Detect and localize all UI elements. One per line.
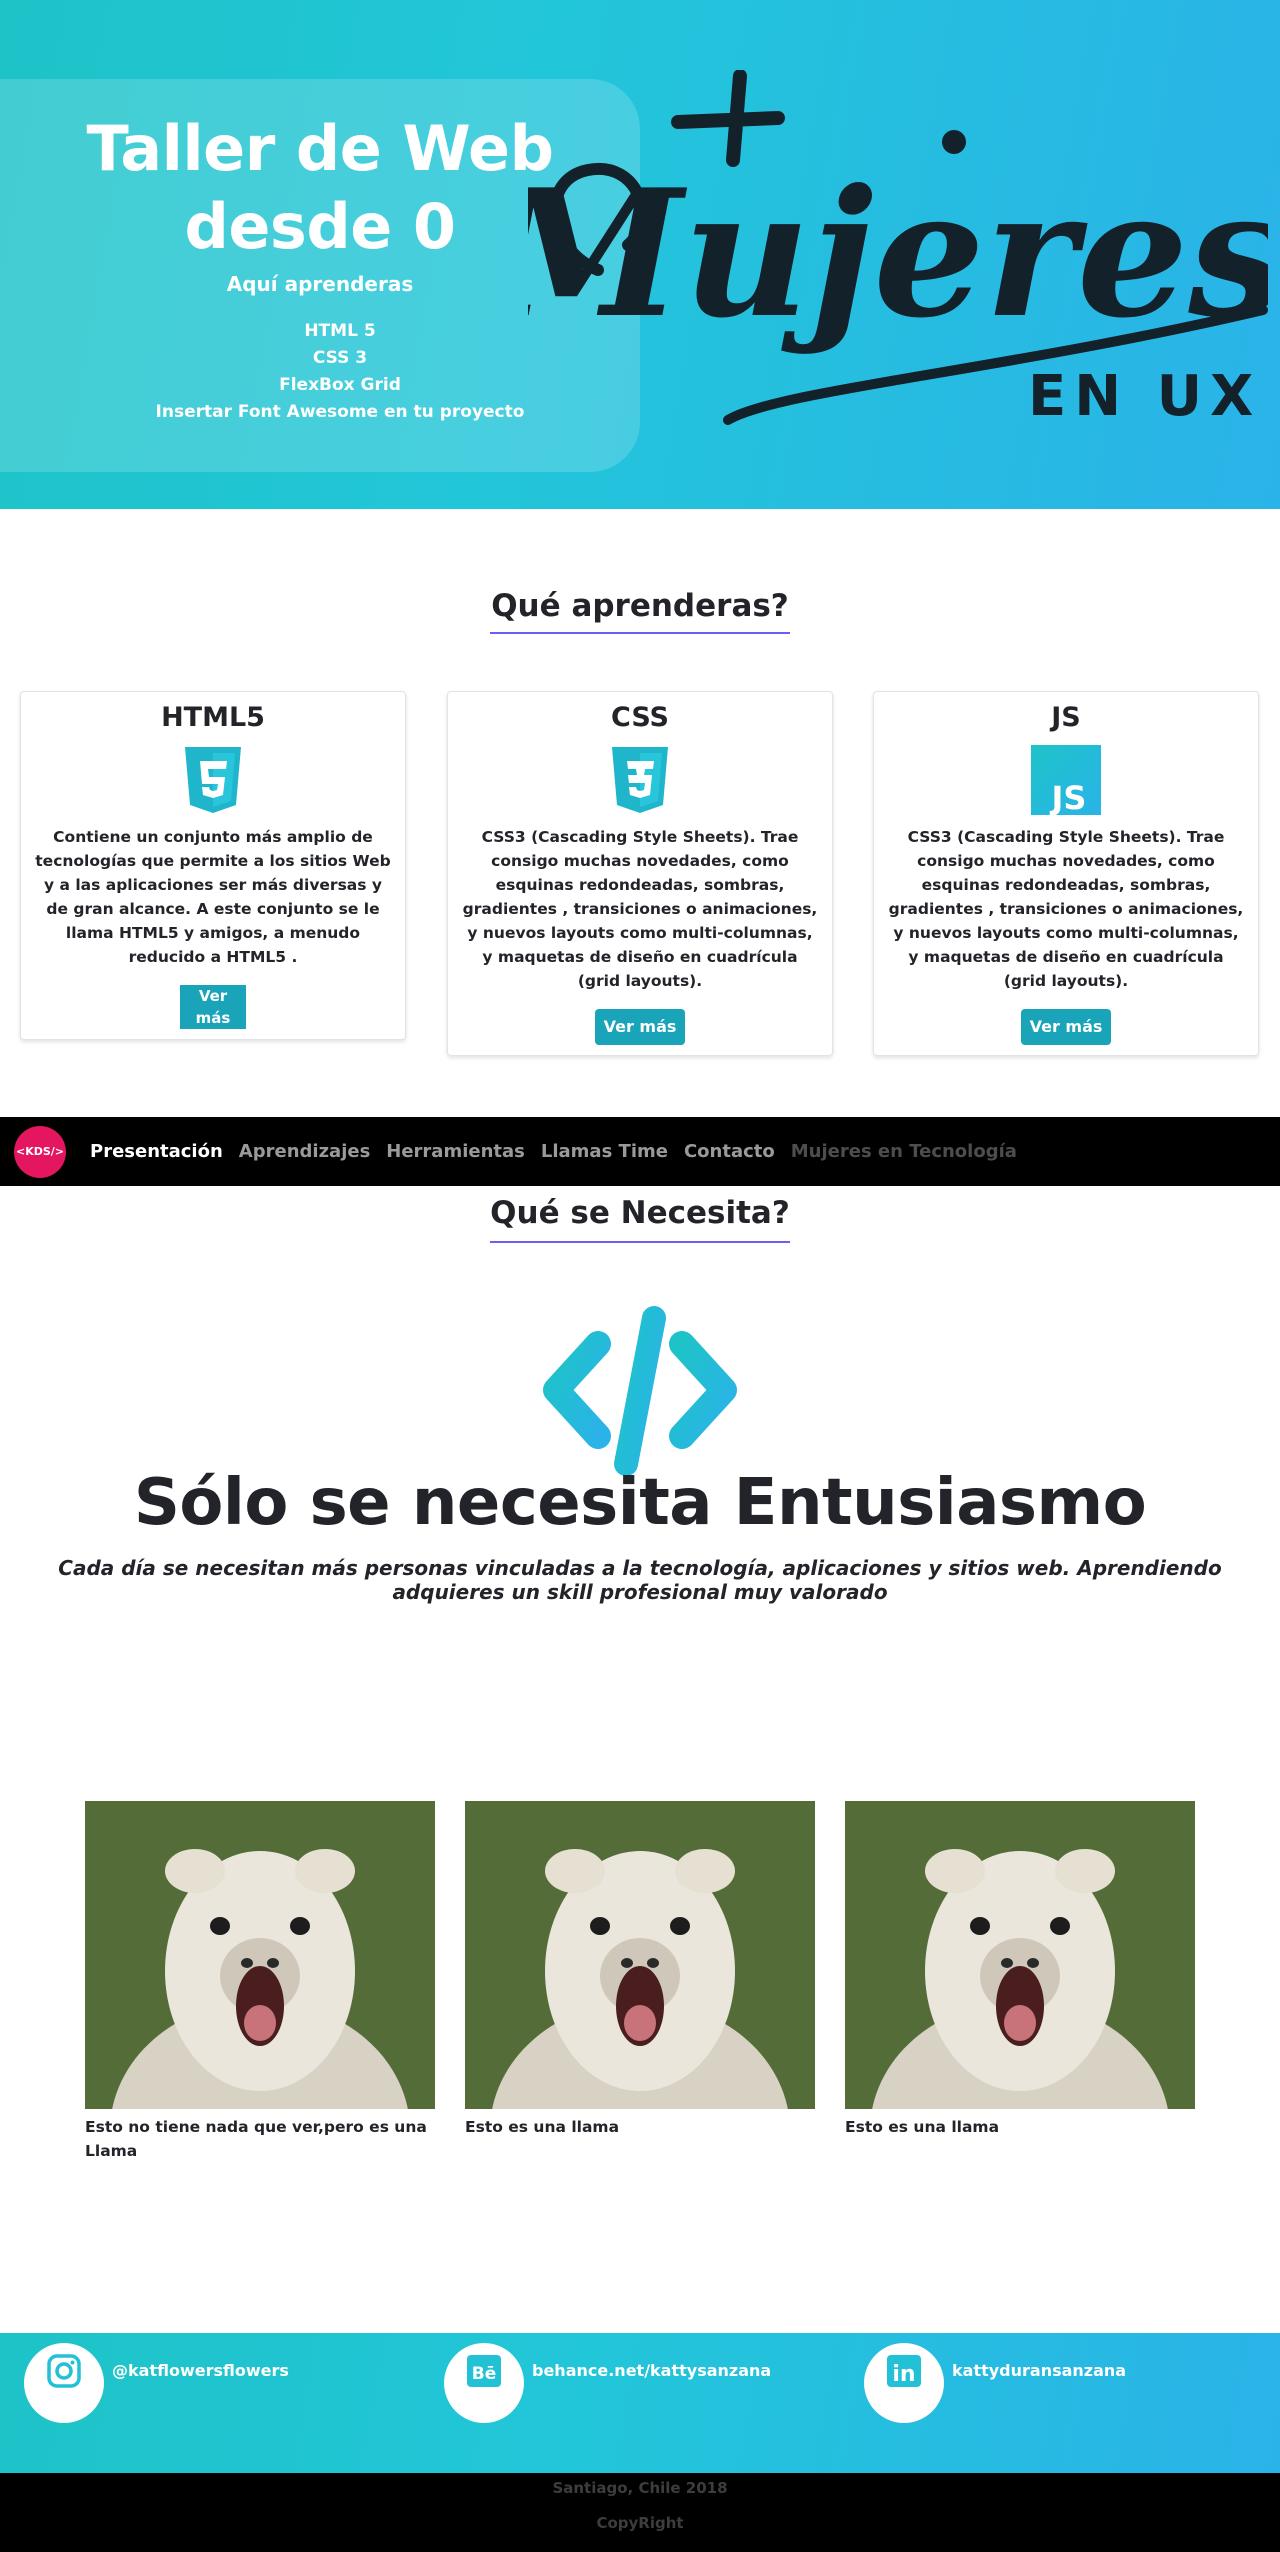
code-icon bbox=[543, 1306, 737, 1476]
nav-item-llamas-time[interactable]: Llamas Time bbox=[541, 1141, 668, 1162]
linkedin-icon: in bbox=[887, 2355, 921, 2387]
js-icon-text: JS bbox=[1050, 779, 1087, 815]
footer-location: Santiago, Chile 2018 bbox=[552, 2479, 728, 2497]
needs-title-underline bbox=[490, 1241, 790, 1243]
card-title: JS bbox=[1051, 702, 1081, 733]
behance-badge[interactable]: Bē bbox=[444, 2343, 524, 2423]
nav-item-mujeres-en-tecnologia[interactable]: Mujeres en Tecnología bbox=[791, 1141, 1017, 1162]
social-instagram[interactable]: @katflowersflowers bbox=[24, 2343, 289, 2423]
bottom-bar: Santiago, Chile 2018 CopyRight bbox=[0, 2473, 1280, 2552]
needs-section-title: Qué se Necesita? bbox=[490, 1195, 790, 1231]
llama-caption: Esto no tiene nada que ver,pero es una L… bbox=[85, 2118, 427, 2160]
social-linkedin[interactable]: in kattyduransanzana bbox=[864, 2343, 1126, 2423]
ver-mas-button[interactable]: Ver más bbox=[1021, 1009, 1111, 1045]
nav-menu: Presentación Aprendizajes Herramientas L… bbox=[90, 1117, 1017, 1186]
ver-mas-button[interactable]: Ver más bbox=[595, 1009, 685, 1045]
llama-caption: Esto es una llama bbox=[465, 2118, 620, 2136]
logo-script-text: Mujeres bbox=[528, 152, 1268, 357]
mujeres-en-ux-logo: Mujeres EN UX bbox=[528, 70, 1268, 429]
card-css: CSS CSS3 (Cascading Style Sheets). Trae … bbox=[447, 691, 833, 1056]
llama-photo bbox=[465, 1801, 815, 2109]
social-behance[interactable]: Bē behance.net/kattysanzana bbox=[444, 2343, 771, 2423]
ver-mas-button[interactable]: Ver más bbox=[180, 985, 246, 1029]
card-text: CSS3 (Cascading Style Sheets). Trae cons… bbox=[888, 828, 1244, 990]
card-title: HTML5 bbox=[161, 702, 265, 733]
llama-card: Esto no tiene nada que ver,pero es una L… bbox=[85, 1801, 435, 2163]
behance-icon-text: Bē bbox=[472, 2364, 497, 2384]
nav-item-contacto[interactable]: Contacto bbox=[684, 1141, 775, 1162]
llama-photo bbox=[845, 1801, 1195, 2109]
needs-lead-text: Cada día se necesitan más personas vincu… bbox=[58, 1556, 1222, 1604]
llama-card: Esto es una llama bbox=[845, 1801, 1195, 2139]
nav-logo[interactable]: <KDS/> bbox=[14, 1126, 66, 1178]
llama-card: Esto es una llama bbox=[465, 1801, 815, 2139]
llama-caption: Esto es una llama bbox=[845, 2118, 1000, 2136]
learn-title-underline bbox=[490, 632, 790, 634]
nav-item-presentacion[interactable]: Presentación bbox=[90, 1141, 223, 1162]
card-js: JS JS CSS3 (Cascading Style Sheets). Tra… bbox=[873, 691, 1259, 1056]
logo-sub-text: EN UX bbox=[1028, 364, 1261, 429]
hero-title-line1: Taller de Web bbox=[86, 112, 554, 185]
linkedin-label[interactable]: kattyduransanzana bbox=[952, 2361, 1126, 2380]
hero-title-line2: desde 0 bbox=[184, 190, 457, 263]
instagram-label[interactable]: @katflowersflowers bbox=[112, 2361, 289, 2380]
behance-label[interactable]: behance.net/kattysanzana bbox=[532, 2361, 771, 2380]
linkedin-badge[interactable]: in bbox=[864, 2343, 944, 2423]
nav-item-herramientas[interactable]: Herramientas bbox=[386, 1141, 525, 1162]
css3-icon bbox=[612, 747, 668, 813]
js-icon: JS bbox=[1031, 745, 1101, 815]
card-title: CSS bbox=[611, 702, 669, 733]
learn-section-title: Qué aprenderas? bbox=[491, 588, 789, 624]
main-navbar: <KDS/> Presentación Aprendizajes Herrami… bbox=[0, 1117, 1280, 1186]
footer-copyright: CopyRight bbox=[596, 2514, 684, 2532]
html5-icon bbox=[185, 747, 241, 813]
instagram-badge[interactable] bbox=[24, 2343, 104, 2423]
hero-banner: Taller de Web desde 0 Aquí aprenderas HT… bbox=[0, 0, 1280, 509]
card-text: CSS3 (Cascading Style Sheets). Trae cons… bbox=[462, 828, 818, 990]
instagram-icon bbox=[47, 2354, 81, 2388]
needs-headline: Sólo se necesita Entusiasmo bbox=[133, 1466, 1147, 1540]
llama-photo bbox=[85, 1801, 435, 2109]
card-text: Contiene un conjunto más amplio de tecno… bbox=[35, 828, 391, 966]
nav-item-aprendizajes[interactable]: Aprendizajes bbox=[239, 1141, 370, 1162]
linkedin-icon-text: in bbox=[892, 2362, 915, 2387]
behance-icon: Bē bbox=[467, 2355, 501, 2387]
card-html5: HTML5 Contiene un conjunto más amplio de… bbox=[20, 691, 406, 1040]
